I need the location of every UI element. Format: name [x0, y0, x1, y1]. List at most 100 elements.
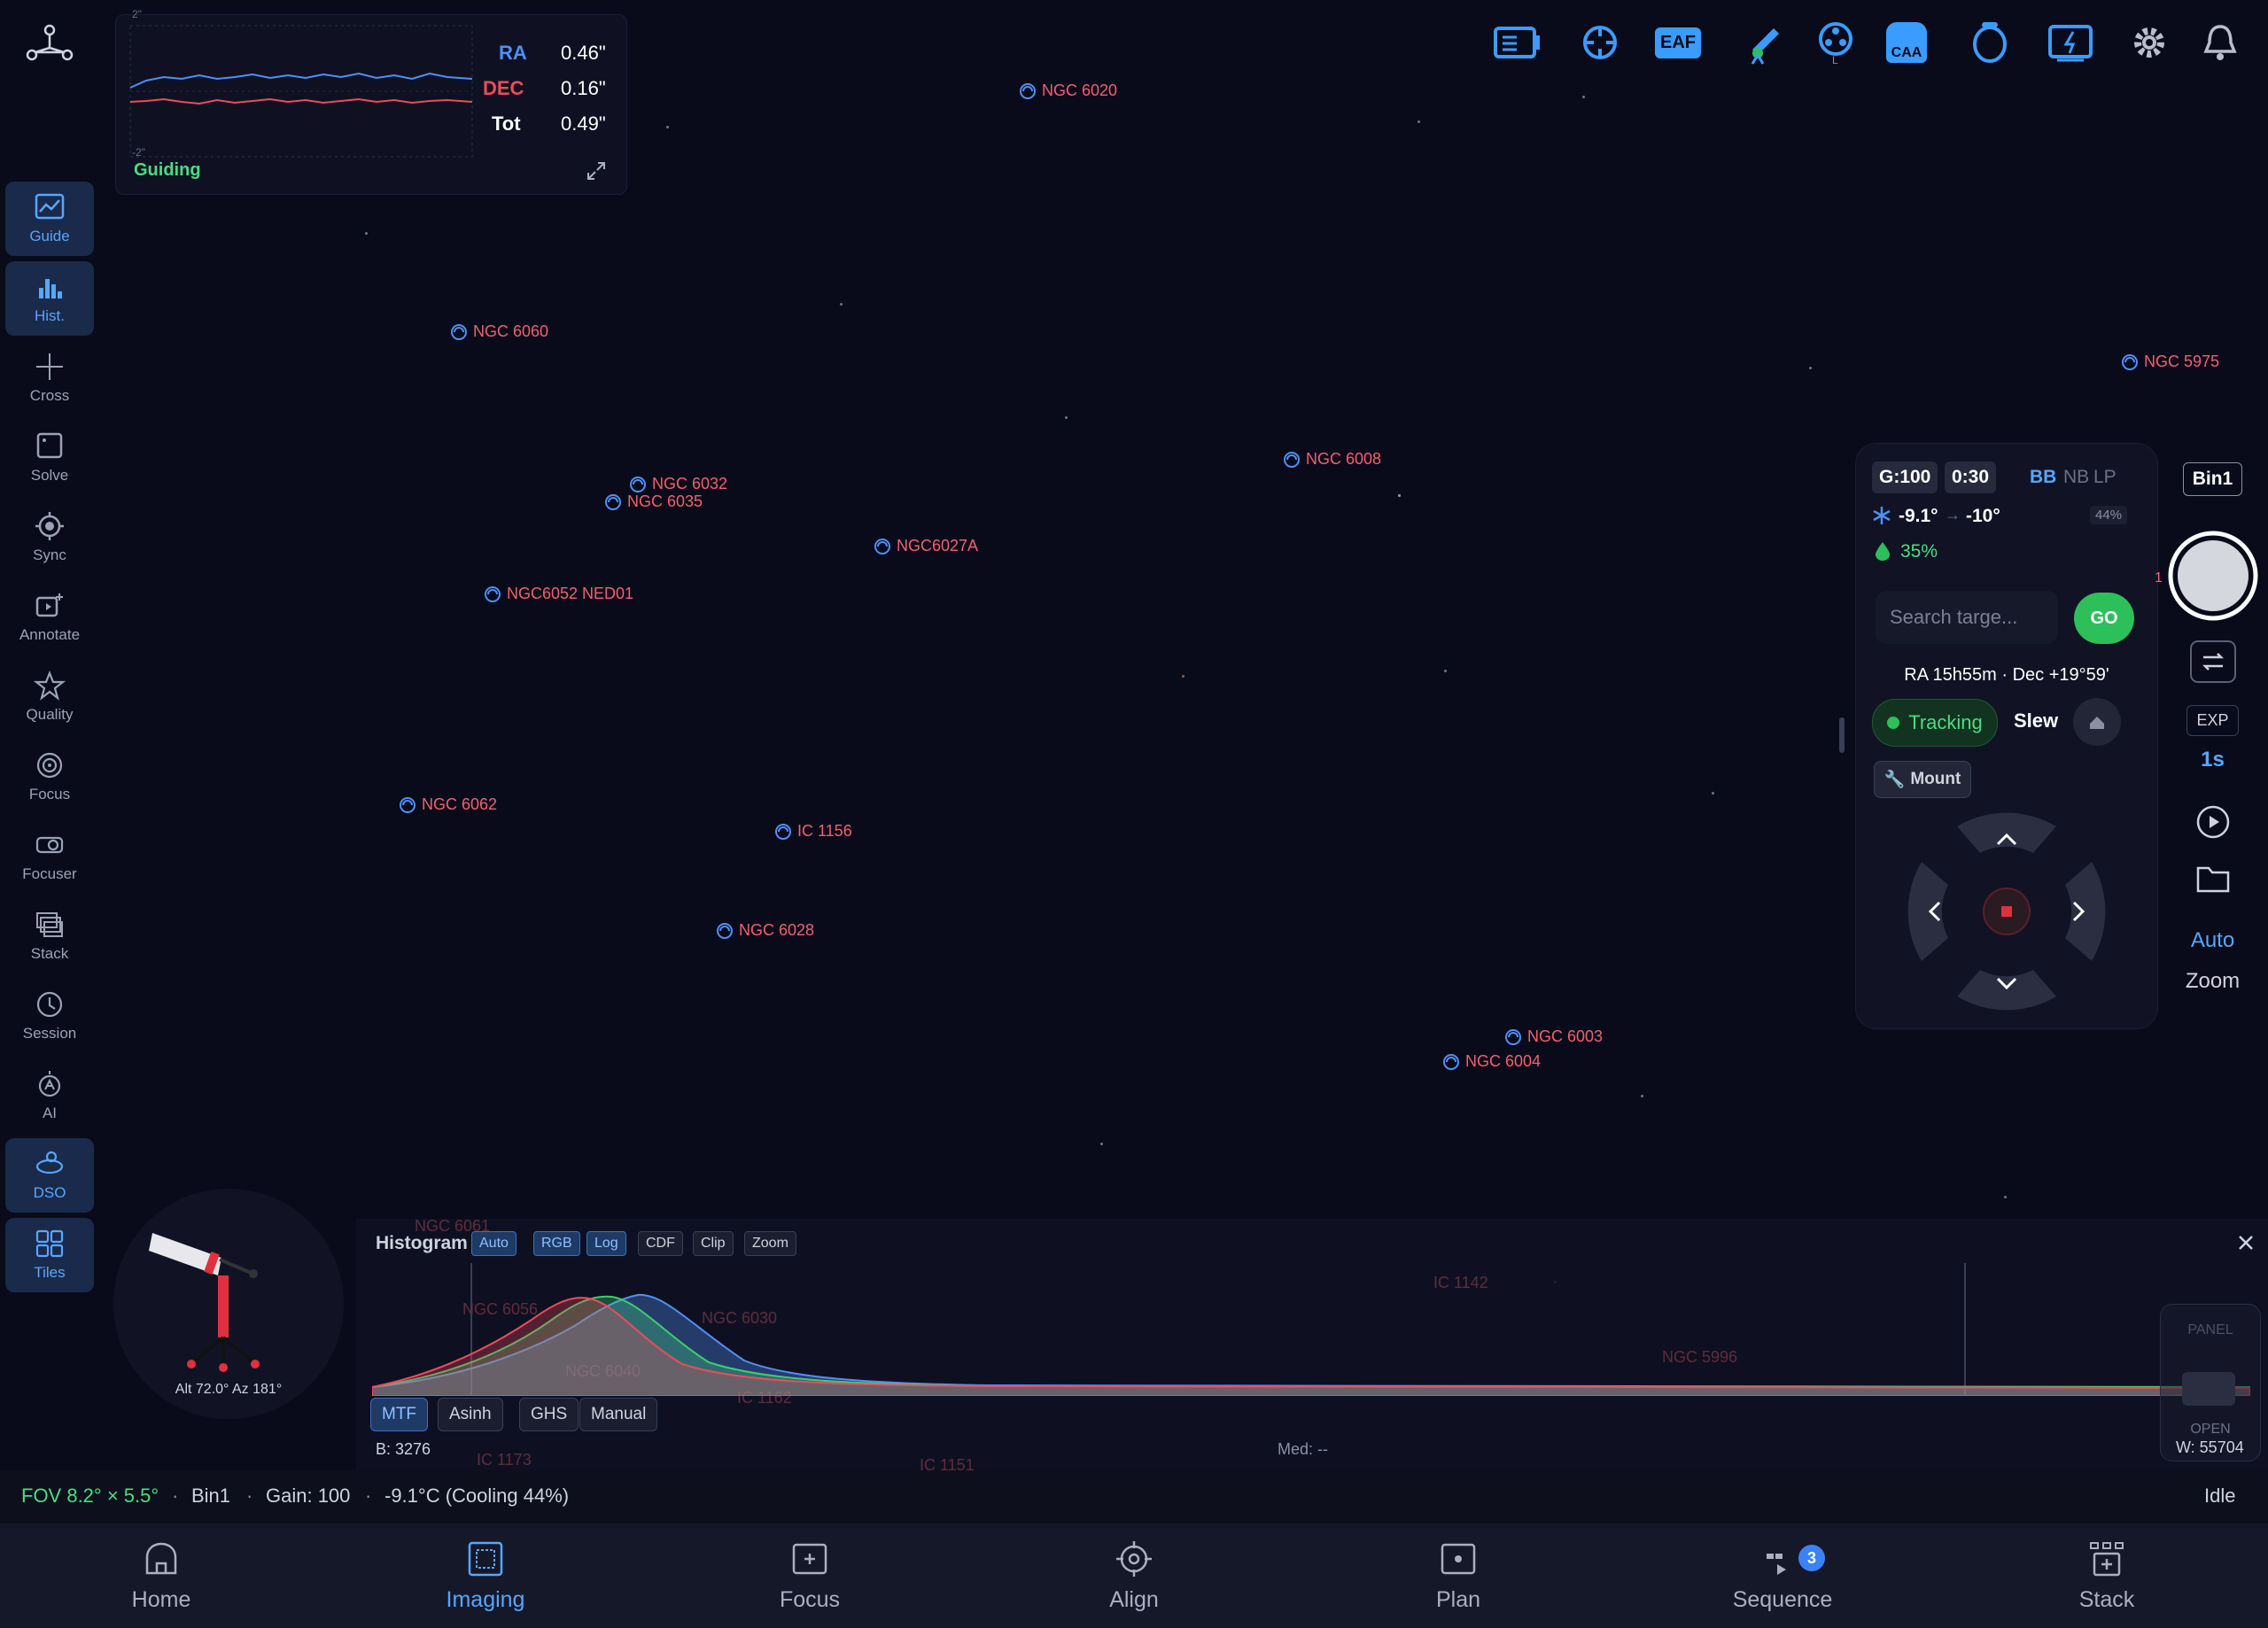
settings-icon[interactable]	[2124, 19, 2174, 66]
stretch-ghs-button[interactable]: GHS	[519, 1398, 579, 1431]
dso-object[interactable]: NGC6052 NED01	[484, 585, 633, 603]
sidebar-item-focuser[interactable]: Focuser	[5, 819, 94, 894]
guide-graph-panel[interactable]: 2" -2" RA 0.46" DEC 0.16" Tot 0.49" Guid…	[115, 8, 627, 195]
mount-settings-button[interactable]: 🔧 Mount	[1874, 761, 1971, 798]
sidebar-label: Hist.	[35, 307, 65, 324]
exp-label: EXP	[2186, 705, 2239, 736]
go-button[interactable]: GO	[2074, 593, 2134, 644]
mount-visual[interactable]: Alt 72.0° Az 181°	[113, 1189, 344, 1419]
hist-median: Med: --	[1278, 1440, 1329, 1458]
nav-plan[interactable]: Plan	[1361, 1523, 1556, 1628]
power-icon[interactable]	[2047, 19, 2096, 66]
hist-clip-toggle[interactable]: Clip	[693, 1231, 734, 1256]
telescope-icon[interactable]	[1738, 19, 1788, 66]
sidebar-item-session[interactable]: Session	[5, 979, 94, 1053]
sidebar-item-solve[interactable]: Solve	[5, 421, 94, 495]
status-separator: ·	[365, 1485, 372, 1507]
stretch-asinh-button[interactable]: Asinh	[438, 1398, 503, 1431]
panel-label: PANEL	[2187, 1322, 2233, 1337]
nav-imaging[interactable]: Imaging	[388, 1523, 583, 1628]
star	[1444, 670, 1447, 672]
dso-object[interactable]: NGC 6003	[1504, 1027, 1603, 1046]
focuser-icon[interactable]	[1575, 19, 1625, 66]
nav-focus[interactable]: Focus	[712, 1523, 907, 1628]
eaf-label: EAF	[1655, 27, 1701, 58]
sidebar-item-histogram[interactable]: Hist.	[5, 261, 94, 336]
temp-current: -9.1°	[1899, 506, 1938, 526]
dso-object[interactable]: NGC 6035	[604, 492, 703, 511]
hist-cdf-toggle[interactable]: CDF	[638, 1231, 683, 1256]
target-search-input[interactable]	[1876, 591, 2058, 644]
close-icon[interactable]	[2236, 1233, 2256, 1252]
galaxy-icon	[1505, 1028, 1521, 1045]
sidebar-item-cross[interactable]: Cross	[5, 341, 94, 415]
dpad-up-button	[1957, 812, 2056, 853]
sidebar-item-tiles[interactable]: Tiles	[5, 1218, 94, 1292]
dso-object[interactable]: NGC 6020	[1019, 81, 1117, 100]
dso-object[interactable]: NGC 6004	[1442, 1052, 1541, 1071]
dso-object[interactable]: NGC6027A	[874, 537, 978, 555]
star	[1182, 675, 1184, 678]
camera-icon[interactable]	[1492, 19, 1542, 66]
dso-object[interactable]: NGC 6060	[450, 322, 548, 341]
loop-button[interactable]	[2162, 640, 2264, 684]
expand-icon[interactable]	[586, 160, 607, 182]
star	[1641, 1095, 1643, 1097]
tot-label: Tot	[492, 112, 521, 135]
app-logo-icon[interactable]	[23, 21, 76, 67]
histogram-title: Histogram	[376, 1233, 468, 1253]
dso-object[interactable]: NGC 6028	[716, 921, 814, 940]
nav-stack[interactable]: Stack	[2009, 1523, 2204, 1628]
filter-lp[interactable]: LP	[2093, 467, 2117, 488]
eaf-icon[interactable]: EAF	[1653, 19, 1703, 66]
sidebar-item-guide[interactable]: Guide	[5, 182, 94, 256]
dso-object[interactable]: NGC 5975	[2121, 353, 2219, 371]
sidebar-item-sync[interactable]: Sync	[5, 500, 94, 575]
caa-icon[interactable]: CAA	[1882, 19, 1931, 66]
slew-button[interactable]: Slew	[2014, 709, 2058, 733]
imaging-icon	[468, 1541, 503, 1576]
auto-zoom-toggle[interactable]: Auto	[2162, 928, 2264, 953]
exposure-button[interactable]: EXP	[2162, 705, 2264, 736]
dso-object[interactable]: NGC 6062	[399, 795, 497, 814]
filter-nb[interactable]: NB	[2063, 467, 2089, 488]
shutter-button[interactable]	[2162, 530, 2264, 622]
sidebar-item-quality[interactable]: Quality	[5, 660, 94, 734]
dso-object[interactable]: NGC 6008	[1283, 450, 1381, 469]
humidity-value: 35%	[1900, 541, 1938, 562]
sidebar-label: Focuser	[22, 865, 77, 882]
dso-object[interactable]: IC 1156	[774, 822, 852, 841]
galaxy-icon	[2122, 353, 2138, 370]
bin-selector[interactable]: Bin1	[2162, 462, 2264, 496]
exposure-value[interactable]: 1s	[2162, 748, 2264, 772]
filter-wheel-icon[interactable]: L	[1811, 19, 1860, 66]
gain-chip[interactable]: G:100	[1872, 461, 1938, 493]
hist-rgb-toggle[interactable]: RGB	[533, 1231, 580, 1256]
hist-zoom-toggle[interactable]: Zoom	[744, 1231, 796, 1256]
home-position-icon[interactable]	[2072, 697, 2122, 747]
exposure-chip[interactable]: 0:30	[1945, 461, 1997, 493]
stretch-mtf-button[interactable]: MTF	[370, 1398, 429, 1431]
bell-icon[interactable]	[2195, 19, 2245, 66]
stretch-manual-button[interactable]: Manual	[579, 1398, 658, 1431]
sidebar-item-ai[interactable]: AI	[5, 1058, 94, 1133]
sidebar-item-annotate[interactable]: Annotate	[5, 580, 94, 655]
hist-log-toggle[interactable]: Log	[586, 1231, 626, 1256]
sidebar-item-dso[interactable]: DSO	[5, 1138, 94, 1213]
play-button[interactable]	[2162, 804, 2264, 840]
zoom-label[interactable]: Zoom	[2162, 969, 2264, 994]
ring-icon[interactable]	[1965, 19, 2015, 66]
sidebar-item-focus[interactable]: Focus	[5, 740, 94, 814]
folder-button[interactable]	[2162, 863, 2264, 895]
sidebar-item-stack[interactable]: Stack	[5, 899, 94, 973]
sidebar-label: Annotate	[19, 626, 81, 643]
panel-drag-handle[interactable]	[1839, 717, 1845, 753]
filter-bb[interactable]: BB	[2030, 467, 2056, 488]
guide-graph	[129, 25, 473, 158]
nav-align[interactable]: Align	[1037, 1523, 1231, 1628]
hist-auto-toggle[interactable]: Auto	[471, 1231, 517, 1256]
tracking-button[interactable]: Tracking	[1872, 699, 1998, 747]
dso-object[interactable]: NGC 6032	[629, 475, 727, 493]
nav-sequence[interactable]: 3 Sequence	[1685, 1523, 1880, 1628]
nav-home[interactable]: Home	[64, 1523, 259, 1628]
